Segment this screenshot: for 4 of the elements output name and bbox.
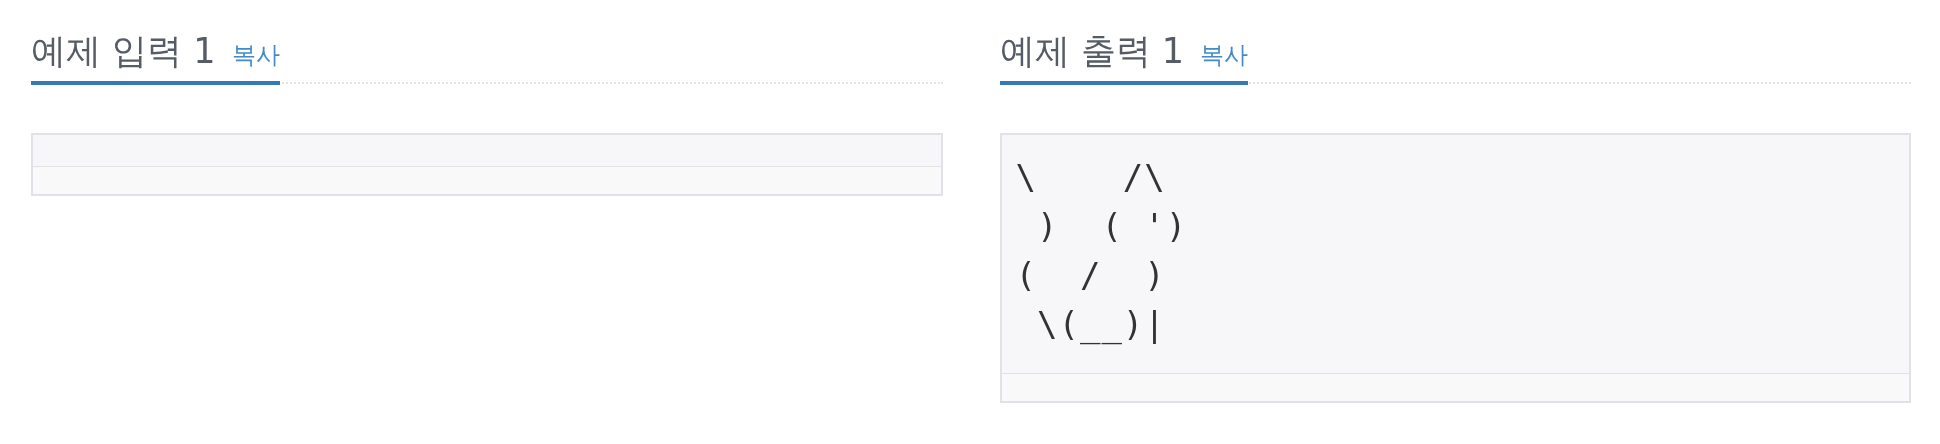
copy-link[interactable]: 복사 [1200,39,1249,71]
section-title: 예제 입력 1 [31,30,216,73]
copy-link[interactable]: 복사 [231,39,280,71]
section-title: 예제 출력 1 [999,30,1185,73]
